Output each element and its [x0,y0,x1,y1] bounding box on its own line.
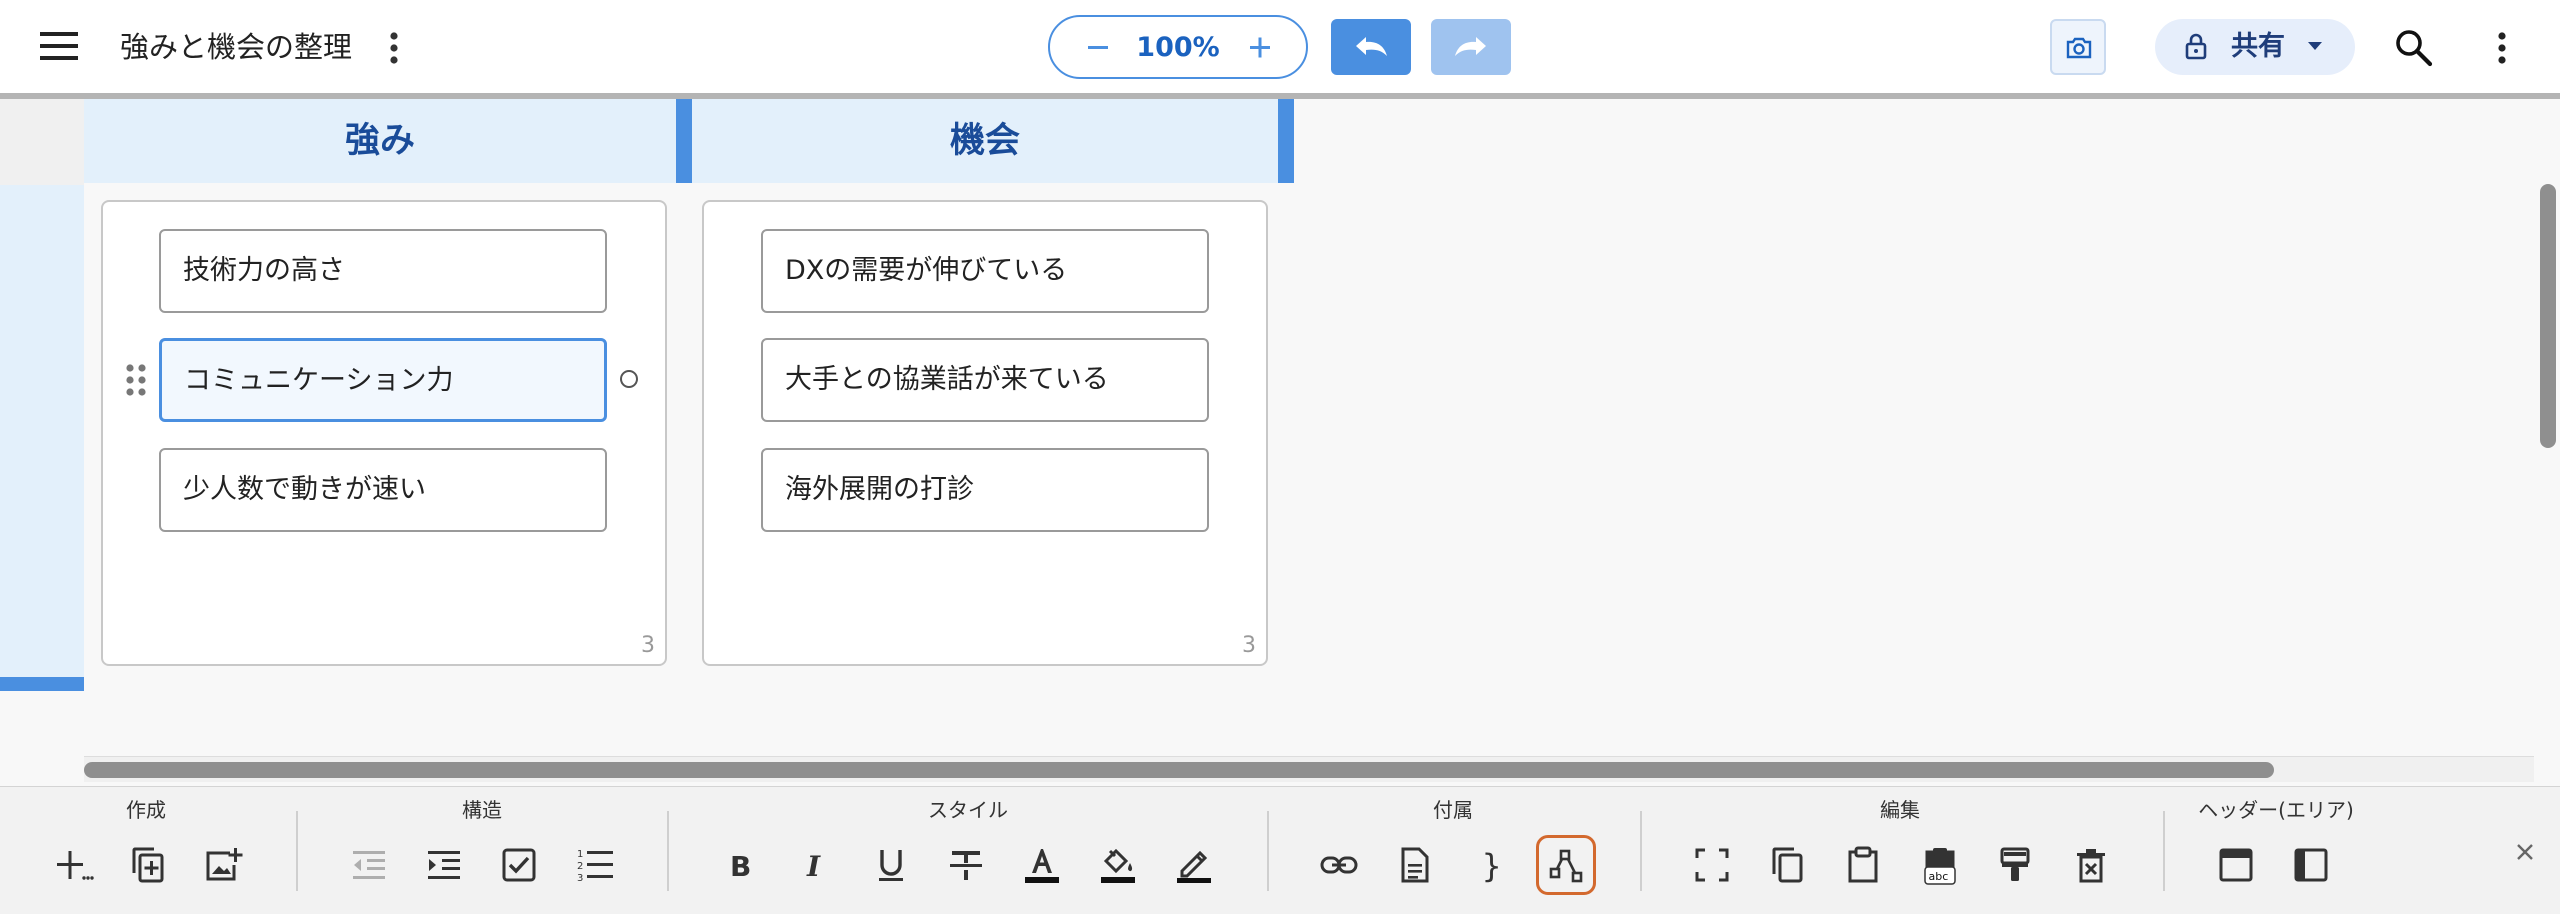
card-selected[interactable]: コミュニケーション力 [159,338,607,422]
document-title[interactable]: 強みと機会の整理 [120,24,352,70]
more-vertical-icon[interactable] [2484,26,2520,70]
column-header-strengths[interactable]: 強み [84,99,692,183]
horizontal-scrollbar[interactable] [84,762,2274,778]
header-row-icon[interactable] [2206,835,2266,895]
card-text: 大手との協業話が来ている [785,364,1109,395]
relation-tool[interactable] [1536,835,1596,895]
card[interactable]: 大手との協業話が来ている [761,338,1209,422]
caret-down-icon [2308,42,2322,50]
card[interactable]: 海外展開の打診 [761,448,1209,532]
group-label-edit: 編集 [1880,798,1920,822]
redo-icon [1455,37,1486,56]
card[interactable]: DXの需要が伸びている [761,229,1209,313]
card-text: 少人数で動きが速い [183,474,426,505]
underline-icon[interactable] [861,835,921,895]
group-label-header-area: ヘッダー(エリア) [2198,798,2354,822]
close-toolbar-icon[interactable] [2510,837,2540,867]
hamburger-menu-icon[interactable] [40,30,88,66]
row-header[interactable] [0,185,84,677]
paste-text-icon[interactable]: abc [1910,835,1970,895]
top-bar: 強みと機会の整理 100% 共有 [0,0,2560,94]
zoom-out-button[interactable] [1076,25,1120,69]
card-text: コミュニケーション力 [184,365,454,396]
relation-icon [1549,849,1583,883]
connector-handle[interactable] [620,370,638,388]
vertical-scrollbar[interactable] [2540,184,2556,448]
card[interactable]: 少人数で動きが速い [159,448,607,532]
copy-icon[interactable] [1757,835,1817,895]
zoom-in-button[interactable] [1238,25,1282,69]
card[interactable]: 技術力の高さ [159,229,607,313]
separator [296,811,298,891]
screenshot-button[interactable] [2050,19,2106,75]
note-icon[interactable] [1385,835,1445,895]
italic-icon[interactable]: I [784,835,844,895]
column-header-label: 機会 [949,121,1020,161]
svg-text:1: 1 [577,849,583,860]
card-text: 海外展開の打診 [785,474,974,505]
row-header-resize-bar[interactable] [0,677,84,691]
strikethrough-icon[interactable] [936,835,996,895]
group-label-structure: 構造 [462,798,502,822]
zoom-control: 100% [1048,15,1308,79]
add-image-icon[interactable] [194,835,254,895]
numbered-list-icon[interactable]: 123 [565,835,625,895]
separator [1267,811,1269,891]
text-color-icon[interactable] [1012,835,1072,895]
share-label: 共有 [2231,31,2285,62]
border-color-icon[interactable] [1164,835,1224,895]
svg-text:I: I [806,850,821,883]
zoom-level: 100% [1136,32,1220,63]
title-more-vertical-icon[interactable] [376,26,412,70]
undo-button[interactable] [1331,19,1411,75]
column-resize-bar[interactable] [676,99,692,183]
share-button[interactable]: 共有 [2155,19,2355,75]
format-painter-icon[interactable] [1985,835,2045,895]
indent-icon[interactable] [414,835,474,895]
paste-icon[interactable] [1833,835,1893,895]
outdent-icon[interactable] [339,835,399,895]
undo-icon [1356,37,1387,56]
duplicate-add-icon[interactable] [118,835,178,895]
redo-button[interactable] [1431,19,1511,75]
bold-icon[interactable]: B [709,835,769,895]
add-card-icon[interactable] [44,835,104,895]
card-count: 3 [641,633,655,658]
delete-icon[interactable] [2061,835,2121,895]
separator [667,811,669,891]
lock-icon [2185,33,2207,60]
svg-text:B: B [730,850,751,883]
bottom-toolbar: 作成 構造 スタイル 付属 編集 ヘッダー(エリア) 123 B I} abc [0,786,2560,914]
checkbox-icon[interactable] [489,835,549,895]
corner-cell [0,99,84,185]
column-header-opportunities[interactable]: 機会 [692,99,1294,183]
camera-icon [2066,37,2092,59]
group-label-style: スタイル [928,798,1008,822]
fill-color-icon[interactable] [1088,835,1148,895]
group-label-create: 作成 [126,798,166,822]
header-column-icon[interactable] [2281,835,2341,895]
group-label-attach: 付属 [1433,798,1473,822]
separator [1640,811,1642,891]
drag-handle-icon[interactable] [124,362,148,398]
card-text: DXの需要が伸びている [785,255,1068,286]
svg-text:abc: abc [1929,870,1949,883]
column-header-label: 強み [344,121,415,161]
svg-text:3: 3 [577,873,583,884]
search-icon[interactable] [2392,26,2436,70]
code-brace-icon[interactable]: } [1460,835,1520,895]
svg-text:}: } [1482,847,1501,885]
column-resize-bar[interactable] [1278,99,1294,183]
card-text: 技術力の高さ [183,255,345,286]
separator [2163,811,2165,891]
svg-text:2: 2 [577,861,583,872]
card-count: 3 [1242,633,1256,658]
link-icon[interactable] [1309,835,1369,895]
select-area-icon[interactable] [1682,835,1742,895]
